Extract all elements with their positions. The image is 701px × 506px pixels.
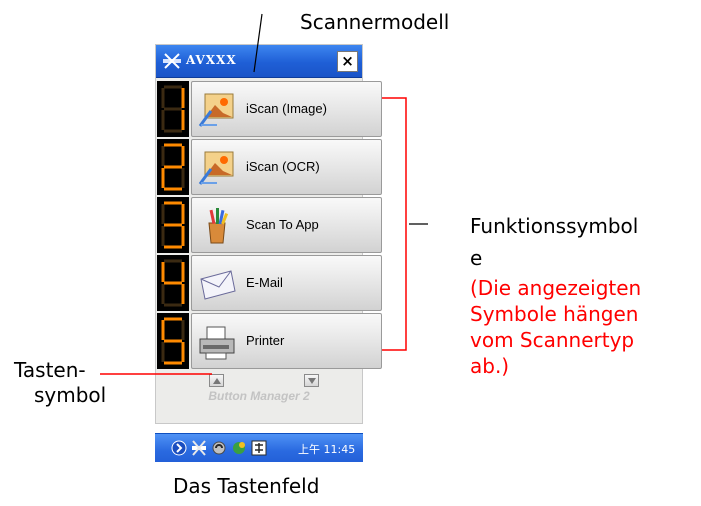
function-symbols-bracket <box>382 97 407 351</box>
scanner-model-pointer <box>253 13 263 73</box>
annotation-lines <box>100 13 428 375</box>
